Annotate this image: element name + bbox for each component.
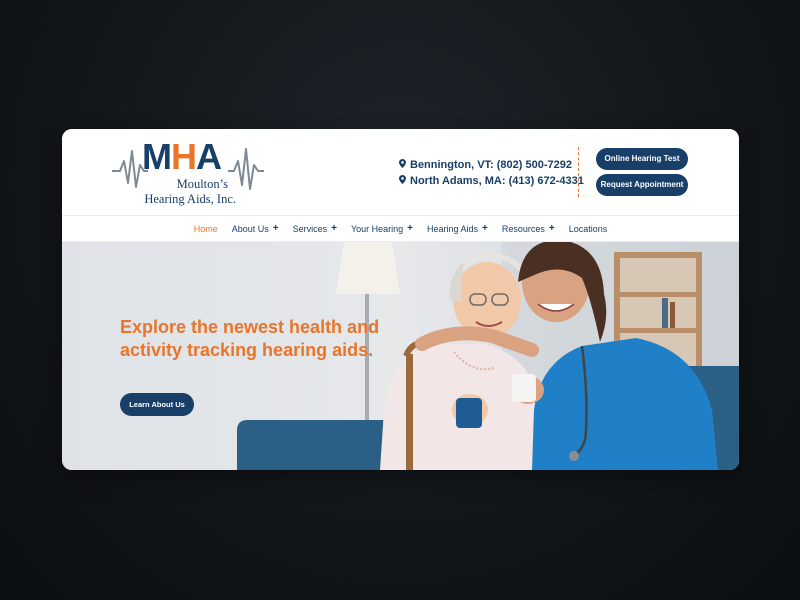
plus-icon[interactable]: + bbox=[407, 223, 413, 234]
nav-item-hearing-aids[interactable]: Hearing Aids + bbox=[427, 223, 488, 234]
header-divider bbox=[578, 147, 579, 197]
hero-text: Explore the newest health and activity t… bbox=[120, 316, 380, 362]
map-pin-icon bbox=[398, 158, 407, 174]
nav-label: Services bbox=[292, 223, 328, 234]
contact-bennington[interactable]: Bennington, VT: (802) 500-7292 bbox=[398, 157, 584, 173]
logo-letter-a: A bbox=[196, 136, 222, 177]
nav-item-locations[interactable]: Locations bbox=[569, 224, 608, 234]
online-hearing-test-button[interactable]: Online Hearing Test bbox=[596, 148, 688, 170]
contact-info: Bennington, VT: (802) 500-7292 North Ada… bbox=[398, 157, 584, 189]
plus-icon[interactable]: + bbox=[331, 223, 337, 234]
plus-icon[interactable]: + bbox=[549, 223, 555, 234]
nav-item-resources[interactable]: Resources + bbox=[502, 223, 555, 234]
nav-item-services[interactable]: Services + bbox=[293, 223, 337, 234]
nav-label: Your Hearing bbox=[350, 223, 404, 234]
main-nav: Home About Us + Services + Your Hearing + H… bbox=[62, 215, 739, 242]
contact-bennington-text: Bennington, VT: (802) 500-7292 bbox=[410, 159, 572, 171]
contact-north-adams[interactable]: North Adams, MA: (413) 672-4331 bbox=[398, 173, 584, 189]
request-appointment-button[interactable]: Request Appointment bbox=[596, 174, 688, 196]
logo-wordmark: Moulton’s Hearing Aids, Inc. bbox=[112, 177, 264, 207]
plus-icon[interactable]: + bbox=[482, 223, 488, 234]
learn-about-us-button[interactable]: Learn About Us bbox=[120, 393, 194, 416]
contact-north-adams-text: North Adams, MA: (413) 672-4331 bbox=[410, 175, 584, 187]
nav-label: Resources bbox=[501, 223, 545, 234]
nav-label: Home bbox=[193, 223, 218, 234]
website-card: MHA Moulton’s Hearing Aids, Inc. Benning… bbox=[62, 129, 739, 470]
nav-item-home[interactable]: Home bbox=[194, 224, 218, 234]
nav-label: Locations bbox=[568, 223, 608, 234]
logo-letter-h: H bbox=[171, 136, 197, 177]
logo-line-1: Moulton’s bbox=[176, 177, 228, 191]
hero-heading: Explore the newest health and activity t… bbox=[120, 317, 380, 360]
logo-line-2: Hearing Aids, Inc. bbox=[144, 192, 236, 206]
logo-letter-m: M bbox=[142, 136, 172, 177]
nav-item-about-us[interactable]: About Us + bbox=[232, 223, 279, 234]
plus-icon[interactable]: + bbox=[273, 223, 279, 234]
hero-section: Explore the newest health and activity t… bbox=[62, 242, 739, 470]
nav-label: About Us bbox=[231, 223, 269, 234]
logo-monogram: MHA bbox=[142, 136, 222, 177]
map-pin-icon bbox=[398, 174, 407, 190]
nav-label: Hearing Aids bbox=[427, 223, 479, 234]
site-header: MHA Moulton’s Hearing Aids, Inc. Benning… bbox=[62, 129, 739, 215]
nav-item-your-hearing[interactable]: Your Hearing + bbox=[351, 223, 413, 234]
site-logo[interactable]: MHA Moulton’s Hearing Aids, Inc. bbox=[112, 135, 264, 211]
